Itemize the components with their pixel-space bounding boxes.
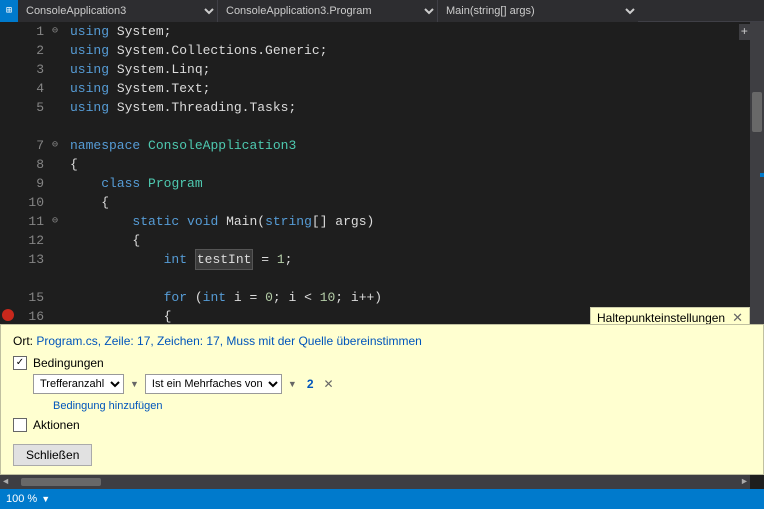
collapse-icon-method[interactable]: ⊖ bbox=[52, 212, 64, 231]
popup-location: Ort: Program.cs, Zeile: 17, Zeichen: 17,… bbox=[13, 333, 751, 350]
dropdown-arrow-1: ▼ bbox=[130, 379, 139, 389]
code-line-14 bbox=[70, 269, 764, 288]
class-dropdown[interactable]: ConsoleApplication3.Program bbox=[218, 0, 438, 22]
conditions-label: Bedingungen bbox=[33, 356, 104, 370]
code-line-15: for (int i = 0; i < 10; i++) bbox=[70, 288, 764, 307]
actions-checkbox[interactable] bbox=[13, 418, 27, 432]
code-line-1: using System; bbox=[70, 22, 764, 41]
multiple-value: 2 bbox=[307, 377, 314, 391]
scroll-right-arrow[interactable]: ► bbox=[739, 475, 750, 489]
code-line-10: { bbox=[70, 193, 764, 212]
close-button-row: Schließen bbox=[13, 436, 751, 466]
hit-count-select[interactable]: Trefferanzahl bbox=[33, 374, 124, 394]
close-button[interactable]: Schließen bbox=[13, 444, 92, 466]
actions-row: Aktionen bbox=[13, 418, 751, 432]
code-line-4: using System.Text; bbox=[70, 79, 764, 98]
code-area[interactable]: using System; using System.Collections.G… bbox=[66, 22, 764, 324]
conditions-row: Bedingungen bbox=[13, 356, 751, 370]
code-line-3: using System.Linq; bbox=[70, 60, 764, 79]
breakpoint-settings-panel: Haltepunkteinstellungen ✕ bbox=[590, 307, 750, 324]
breakpoint-dot[interactable] bbox=[2, 309, 14, 321]
method-dropdown[interactable]: Main(string[] args) bbox=[438, 0, 638, 22]
code-line-12: { bbox=[70, 231, 764, 250]
vertical-scrollbar[interactable] bbox=[750, 22, 764, 324]
code-line-13: int testInt = 1; bbox=[70, 250, 764, 269]
collapse-icon-using[interactable]: ⊖ bbox=[52, 22, 64, 41]
remove-condition-button[interactable]: ✕ bbox=[324, 377, 334, 391]
file-dropdown[interactable]: ConsoleApplication3 bbox=[18, 0, 218, 22]
expand-icon[interactable]: + bbox=[739, 24, 750, 40]
actions-label: Aktionen bbox=[33, 418, 80, 432]
breakpoint-panel-title: Haltepunkteinstellungen bbox=[597, 311, 726, 324]
code-line-8: { bbox=[70, 155, 764, 174]
code-line-6 bbox=[70, 117, 764, 136]
add-condition-row: Bedingung hinzufügen bbox=[33, 398, 751, 412]
breakpoint-popup-panel: Ort: Program.cs, Zeile: 17, Zeichen: 17,… bbox=[0, 324, 764, 475]
code-line-5: using System.Threading.Tasks; bbox=[70, 98, 764, 117]
scroll-left-arrow[interactable]: ◄ bbox=[0, 475, 11, 489]
scroll-indicator bbox=[760, 173, 764, 177]
conditions-details-row: Trefferanzahl ▼ Ist ein Mehrfaches von ▼… bbox=[33, 374, 751, 394]
status-bar: 100 % ▼ bbox=[0, 489, 764, 509]
breakpoint-gutter bbox=[0, 22, 16, 324]
location-label: Ort: bbox=[13, 334, 33, 348]
scrollbar-thumb[interactable] bbox=[752, 92, 762, 132]
multiple-of-select[interactable]: Ist ein Mehrfaches von bbox=[145, 374, 282, 394]
conditions-checkbox[interactable] bbox=[13, 356, 27, 370]
horizontal-scrollbar[interactable]: ◄ ► bbox=[0, 475, 750, 489]
location-link[interactable]: Program.cs, Zeile: 17, Zeichen: 17, Muss… bbox=[36, 334, 422, 348]
zoom-arrow[interactable]: ▼ bbox=[41, 494, 50, 504]
code-line-9: class Program bbox=[70, 174, 764, 193]
collapse-column: ⊖ ⊖ ⊖ bbox=[52, 22, 66, 324]
app-icon: ⊞ bbox=[0, 0, 18, 22]
title-bar: ⊞ ConsoleApplication3 ConsoleApplication… bbox=[0, 0, 764, 22]
line-numbers: 1 2 3 4 5 7 8 9 10 11 12 13 15 16 17 bbox=[16, 22, 52, 324]
code-line-7: namespace ConsoleApplication3 bbox=[70, 136, 764, 155]
h-scrollbar-thumb[interactable] bbox=[21, 478, 101, 486]
zoom-level: 100 % bbox=[6, 493, 37, 505]
collapse-icon-namespace[interactable]: ⊖ bbox=[52, 136, 64, 155]
breakpoint-panel-close-button[interactable]: ✕ bbox=[732, 310, 743, 324]
editor-container: 1 2 3 4 5 7 8 9 10 11 12 13 15 16 17 ⊖ ⊖… bbox=[0, 22, 764, 324]
code-line-2: using System.Collections.Generic; bbox=[70, 41, 764, 60]
add-condition-link[interactable]: Bedingung hinzufügen bbox=[53, 400, 162, 412]
dropdown-arrow-2: ▼ bbox=[288, 379, 297, 389]
code-line-11: static void Main(string[] args) bbox=[70, 212, 764, 231]
